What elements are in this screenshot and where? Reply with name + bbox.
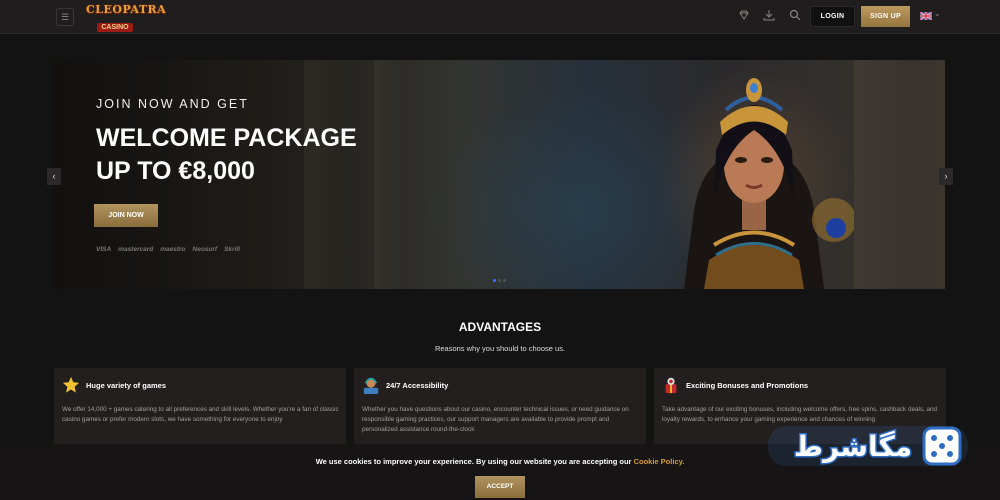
- carousel-indicators: [493, 279, 506, 282]
- visa-logo: VISA: [96, 246, 112, 253]
- hero-banner[interactable]: JOIN NOW AND GET WELCOME PACKAGE UP TO €…: [54, 60, 945, 289]
- maestro-logo: maestro: [160, 246, 186, 253]
- signup-button[interactable]: SIGN UP: [861, 6, 910, 27]
- advantage-card-desc: We offer 14,000 + games catering to all …: [62, 406, 339, 423]
- carousel-dot[interactable]: [503, 279, 506, 282]
- join-now-button[interactable]: JOIN NOW: [94, 204, 158, 227]
- megasharat-watermark-logo: مگاشرط: [768, 426, 968, 466]
- accept-cookies-button[interactable]: ACCEPT: [475, 476, 525, 498]
- advantage-card-title: Huge variety of games: [86, 381, 167, 390]
- cookie-policy-link[interactable]: Cookie Policy.: [634, 457, 685, 466]
- download-icon[interactable]: [760, 8, 778, 26]
- hero-tagline: JOIN NOW AND GET: [96, 97, 249, 111]
- hero-title-line: WELCOME PACKAGE: [96, 124, 357, 152]
- gift-bonus-icon: [665, 377, 677, 394]
- top-bar: ☰ CLEOPATRA CASINO LOGIN SIGN UP ⌄: [0, 0, 1000, 34]
- search-icon[interactable]: [786, 8, 804, 26]
- payment-methods: VISA mastercard maestro Neosurf Skrill: [96, 246, 240, 253]
- uk-flag-icon[interactable]: [920, 12, 932, 20]
- queen-illustration: [684, 78, 854, 289]
- neosurf-logo: Neosurf: [192, 246, 218, 253]
- hero-title-line: UP TO €8,000: [96, 157, 255, 185]
- star-icon: [62, 376, 80, 393]
- diamond-icon[interactable]: [735, 8, 753, 26]
- advantage-card-title: 24/7 Accessibility: [386, 381, 449, 390]
- login-button[interactable]: LOGIN: [810, 6, 855, 27]
- menu-button[interactable]: ☰: [56, 8, 74, 26]
- casino-logo[interactable]: CLEOPATRA CASINO: [86, 3, 167, 32]
- logo-subtext: CASINO: [97, 23, 133, 32]
- support-agent-icon: [363, 377, 379, 394]
- watermark-text: مگاشرط: [794, 430, 912, 463]
- chevron-down-icon[interactable]: ⌄: [934, 9, 941, 18]
- advantage-card: 24/7 Accessibility Whether you have ques…: [354, 368, 646, 444]
- advantages-subtitle: Reasons why you should to choose us.: [434, 344, 566, 353]
- advantages-title: ADVANTAGES: [458, 320, 542, 334]
- logo-text: CLEOPATRA: [86, 3, 167, 16]
- carousel-dot[interactable]: [498, 279, 501, 282]
- skrill-logo: Skrill: [224, 246, 240, 253]
- carousel-prev-button[interactable]: ‹: [47, 168, 61, 185]
- temple-pillar: [854, 60, 914, 289]
- carousel-dot[interactable]: [493, 279, 496, 282]
- menu-icon: ☰: [60, 11, 70, 22]
- mastercard-logo: mastercard: [118, 246, 154, 253]
- advantage-card-desc: Whether you have questions about our cas…: [362, 406, 629, 433]
- advantage-card: Huge variety of games We offer 14,000 + …: [54, 368, 346, 444]
- advantage-card-title: Exciting Bonuses and Promotions: [686, 381, 809, 390]
- carousel-next-button[interactable]: ›: [939, 168, 953, 185]
- cookie-message: We use cookies to improve your experienc…: [315, 457, 632, 466]
- hero-title: WELCOME PACKAGE UP TO €8,000: [96, 122, 357, 188]
